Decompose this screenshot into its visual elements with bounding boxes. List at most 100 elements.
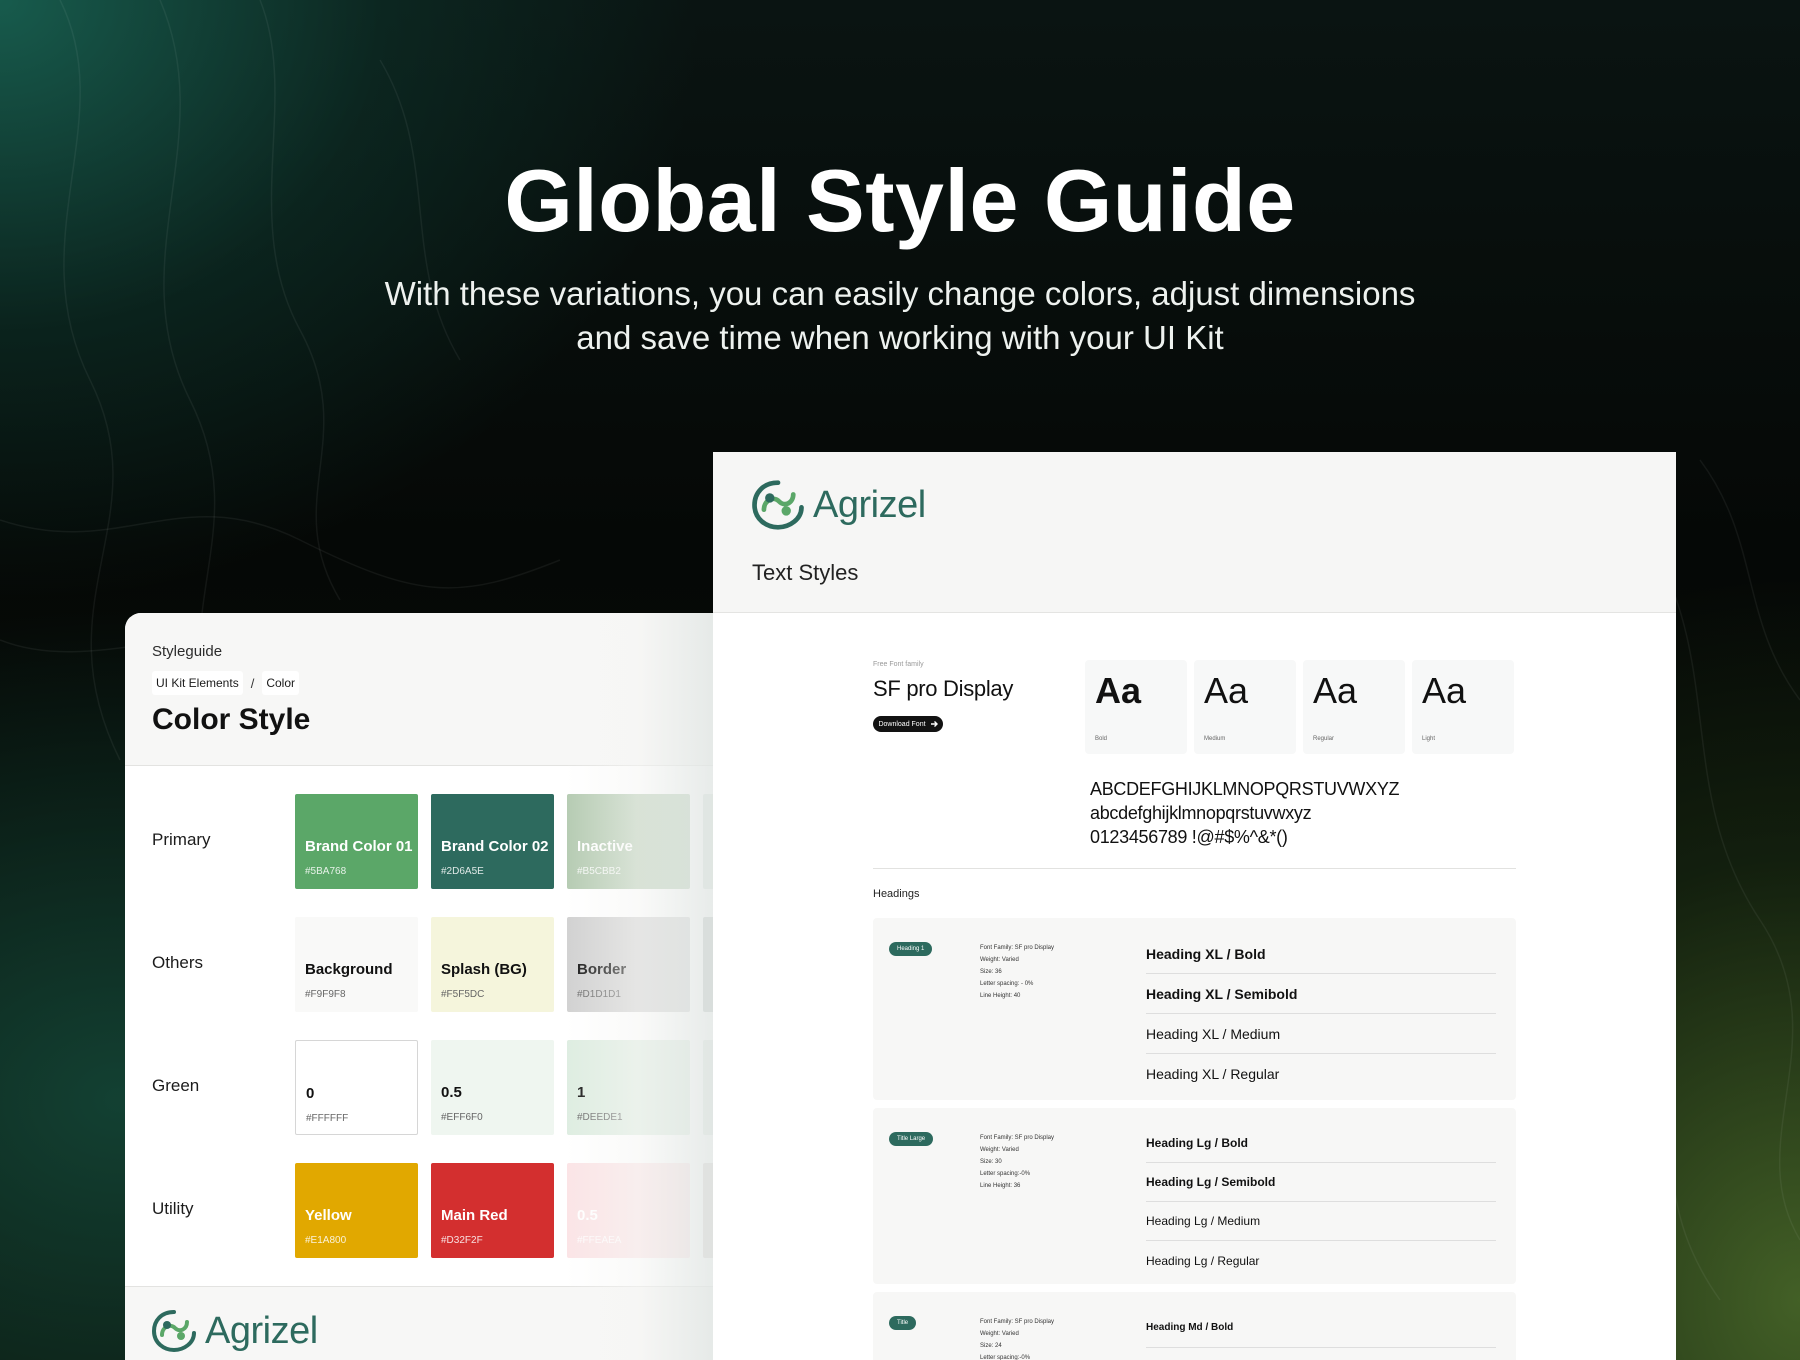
hero-title: Global Style Guide [504, 151, 1296, 250]
heading-level-badge: Title [889, 1316, 917, 1330]
heading-sample: Heading XL / Regular [1146, 1066, 1280, 1082]
breadcrumb-item-ui-kit[interactable]: UI Kit Elements [152, 671, 243, 695]
font-name: SF pro Display [873, 676, 1014, 701]
weight-sample: Aa [1095, 670, 1142, 711]
heading-sample: Heading Lg / Bold [1146, 1124, 1496, 1163]
color-swatch[interactable]: Yellow #E1A800 [295, 1163, 418, 1258]
download-font-button[interactable]: Download Font [873, 716, 943, 732]
swatch-hex: #EFF6F0 [441, 1112, 483, 1123]
swatch-name: 0.5 [577, 1207, 598, 1224]
arrow-right-icon [930, 721, 938, 727]
spec-line: Font Family: SF pro Display [980, 1319, 1055, 1325]
header-logo: Agrizel [751, 479, 926, 531]
spec-line: Letter spacing:-0% [980, 1171, 1031, 1177]
color-swatch[interactable]: Main Red #D32F2F [431, 1163, 554, 1258]
heading-style-block: Title Large Font Family: SF pro Display We… [873, 1108, 1516, 1284]
color-style-panel: Styleguide UI Kit Elements / Color Color… [125, 613, 745, 1360]
font-weight-card: Aa Regular [1303, 660, 1405, 754]
heading-sample: Heading Lg / Semibold [1146, 1163, 1496, 1202]
heading-style-block: Title Font Family: SF pro Display Weight: … [873, 1292, 1516, 1360]
color-panel-footer: Agrizel [125, 1286, 745, 1360]
color-swatch[interactable]: Border #D1D1D1 [567, 917, 690, 1012]
color-swatch[interactable]: 1 #DEEDE1 [567, 1040, 690, 1135]
heading-level-badge: Heading 1 [889, 942, 933, 956]
swatch-name: Border [577, 961, 627, 978]
heading-level-badge: Title Large [889, 1132, 934, 1146]
swatch-hex: #DEEDE1 [577, 1112, 623, 1123]
color-swatch[interactable]: Brand Color 02 #2D6A5E [431, 794, 554, 889]
spec-line: Weight: Varied [980, 957, 1019, 963]
font-family-label: Free Font family [873, 661, 924, 668]
divider [873, 868, 1516, 869]
page-title: Color Style [152, 703, 311, 736]
heading-sample: Heading Lg / Medium [1146, 1202, 1496, 1241]
panel-subtitle: Text Styles [752, 560, 859, 585]
text-styles-panel: Agrizel Text Styles Free Font family SF … [713, 452, 1676, 1360]
font-weight-card: Aa Medium [1194, 660, 1296, 754]
color-swatch[interactable]: Brand Color 01 #5BA768 [295, 794, 418, 889]
agrizel-logo-icon [151, 1310, 196, 1353]
color-grid: Primary Brand Color 01 #5BA768 Brand Color … [125, 766, 745, 1286]
spec-line: Weight: Varied [980, 1147, 1019, 1153]
swatch-name: Background [305, 961, 393, 978]
heading-samples: Heading XL / Bold Heading XL / Semibold He… [1146, 934, 1496, 1094]
heading-spec: Font Family: SF pro Display Weight: Varie… [980, 1316, 1054, 1360]
spec-line: Size: 24 [980, 1343, 1002, 1349]
footer-logo: Agrizel [151, 1309, 318, 1353]
logo-wordmark: Agrizel [813, 483, 926, 526]
heading-sample: Heading Md / Semibold [1146, 1348, 1496, 1360]
swatch-name: 0 [306, 1085, 315, 1102]
swatch-name: 1 [577, 1084, 586, 1101]
headings-label: Headings [873, 888, 920, 900]
breadcrumb-separator: / [250, 675, 255, 691]
row-label: Green [152, 1076, 200, 1095]
breadcrumb-item-color[interactable]: Color [262, 671, 300, 695]
hero-subtitle: With these variations, you can easily ch… [350, 272, 1450, 360]
styleguide-label: Styleguide [152, 643, 223, 660]
swatch-hex: #E1A800 [305, 1235, 347, 1246]
heading-sample: Heading XL / Bold [1146, 934, 1496, 974]
swatch-name: 0.5 [441, 1084, 462, 1101]
heading-spec: Font Family: SF pro Display Weight: Varie… [980, 1132, 1054, 1192]
heading-style-block: Heading 1 Font Family: SF pro Display Weig… [873, 918, 1516, 1100]
swatch-hex: #FFEAEA [577, 1235, 622, 1246]
spec-line: Size: 36 [980, 969, 1002, 975]
character-set: ABCDEFGHIJKLMNOPQRSTUVWXYZ abcdefghijklm… [1090, 777, 1400, 849]
color-swatch[interactable]: 0 #FFFFFF [295, 1040, 418, 1135]
weight-sample: Aa [1313, 670, 1358, 711]
swatch-hex: #F5F5DC [441, 989, 485, 1000]
charset-uppercase: ABCDEFGHIJKLMNOPQRSTUVWXYZ [1090, 779, 1400, 799]
weight-label: Medium [1204, 736, 1226, 742]
swatch-hex: #D1D1D1 [577, 989, 621, 1000]
hero-subtitle-line1: With these variations, you can easily ch… [384, 275, 1416, 312]
color-swatch[interactable]: 0.5 #EFF6F0 [431, 1040, 554, 1135]
swatch-hex: #F9F9F8 [305, 989, 346, 1000]
color-swatch[interactable]: Inactive #B5CBB2 [567, 794, 690, 889]
spec-line: Letter spacing: - 0% [980, 981, 1034, 987]
heading-spec: Font Family: SF pro Display Weight: Varie… [980, 942, 1054, 1002]
spec-line: Font Family: SF pro Display [980, 945, 1055, 951]
download-font-label: Download Font [878, 720, 926, 728]
color-panel-header: Styleguide UI Kit Elements / Color Color… [125, 613, 745, 766]
logo-wordmark: Agrizel [205, 1309, 318, 1352]
heading-samples: Heading Lg / Bold Heading Lg / Semibold He… [1146, 1124, 1496, 1280]
heading-sample: Heading XL / Semibold [1146, 974, 1496, 1014]
swatch-hex: #FFFFFF [306, 1113, 349, 1124]
weight-label: Regular [1313, 736, 1335, 742]
color-swatch[interactable]: 0.5 #FFEAEA [567, 1163, 690, 1258]
color-swatch[interactable]: Splash (BG) #F5F5DC [431, 917, 554, 1012]
swatch-hex: #2D6A5E [441, 866, 484, 877]
weight-label: Light [1422, 736, 1436, 742]
charset-lowercase: abcdefghijklmnopqrstuvwxyz [1090, 803, 1312, 823]
row-label: Primary [152, 830, 211, 849]
heading-samples: Heading Md / BoldHeading Md / Semibold [1146, 1308, 1496, 1360]
heading-sample: Heading Md / Bold [1146, 1308, 1496, 1348]
spec-line: Letter spacing:-0% [980, 1355, 1031, 1360]
breadcrumb: UI Kit Elements / Color [152, 671, 300, 695]
text-panel-header: Agrizel Text Styles [713, 452, 1676, 613]
swatch-name: Splash (BG) [441, 961, 527, 978]
row-label: Others [152, 953, 204, 972]
heading-sample: Heading XL / Medium [1146, 1014, 1496, 1054]
color-swatch[interactable]: Background #F9F9F8 [295, 917, 418, 1012]
row-label: Utility [152, 1199, 194, 1218]
